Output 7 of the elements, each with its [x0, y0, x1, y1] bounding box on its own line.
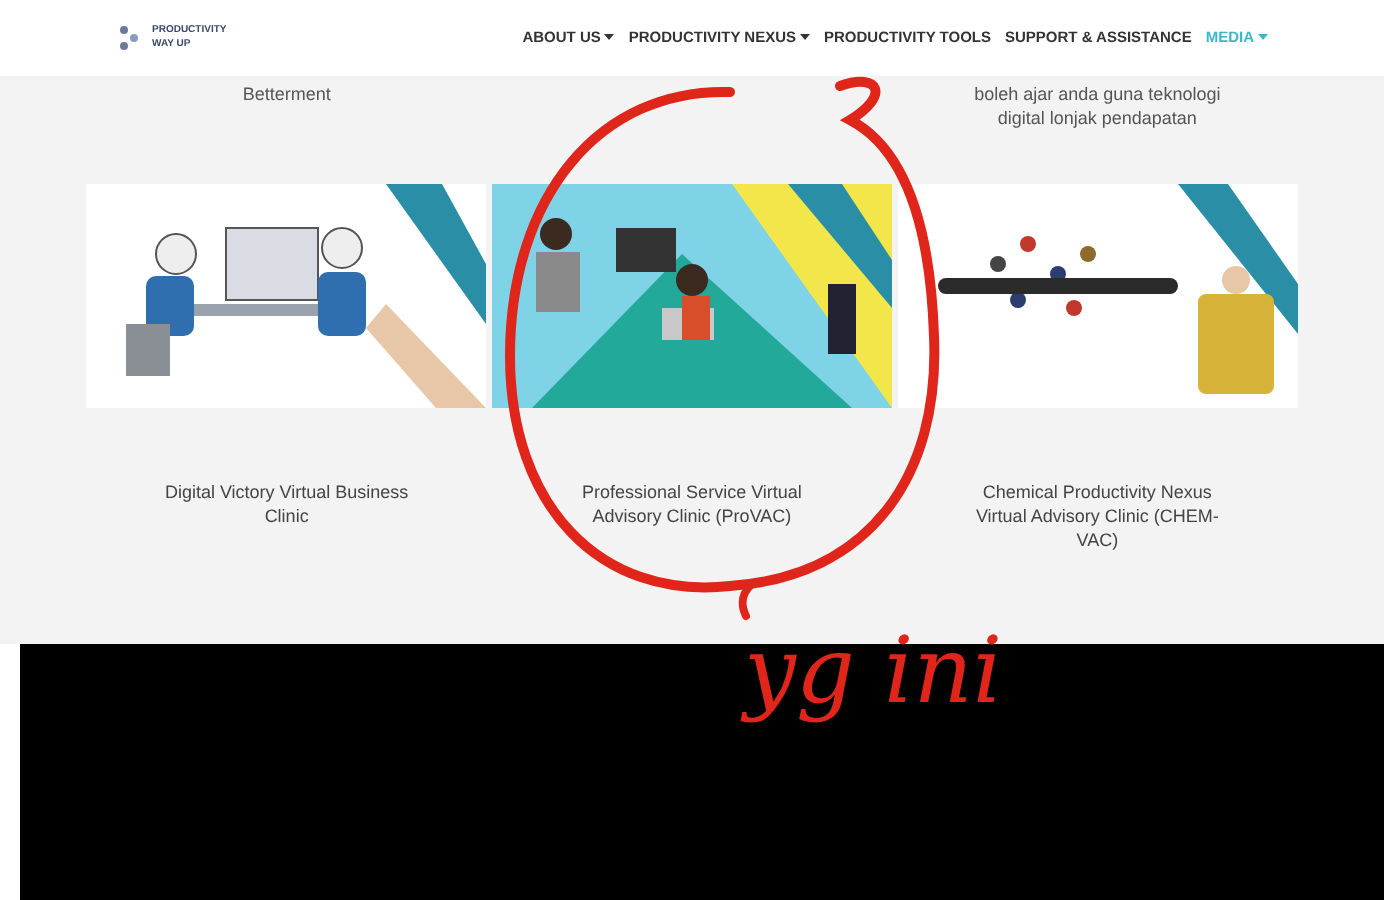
caption-text: Betterment — [242, 82, 331, 106]
card-title[interactable]: Professional Service Virtual Advisory Clinic (ProVAC) — [557, 480, 826, 528]
caption-text: boleh ajar anda guna teknologi — [974, 82, 1221, 106]
logo-mark-icon — [116, 22, 144, 54]
caption-text: digital lonjak pendapatan — [997, 106, 1197, 130]
card-title[interactable]: Digital Victory Virtual Business Clinic — [152, 480, 421, 528]
card-title[interactable]: Chemical Productivity Nexus Virtual Advisory Clinic (CHEM-VAC) — [963, 480, 1232, 552]
